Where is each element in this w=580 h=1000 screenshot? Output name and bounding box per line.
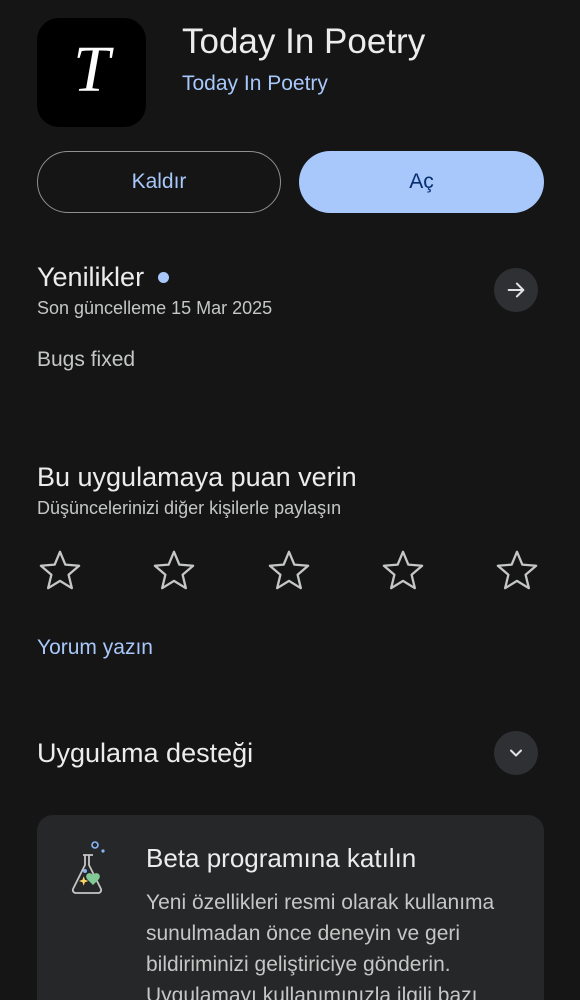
- beta-description: Yeni özellikleri resmi olarak kullanıma …: [146, 891, 495, 1000]
- open-button[interactable]: Aç: [299, 151, 544, 213]
- chevron-down-icon: [510, 749, 522, 757]
- app-support-expand-button[interactable]: [494, 731, 538, 775]
- star-icon[interactable]: [151, 548, 197, 592]
- beta-title: Beta programına katılın: [146, 843, 417, 873]
- beta-program-card[interactable]: Beta programına katılın Yeni özellikleri…: [37, 815, 544, 1000]
- write-review-link[interactable]: Yorum yazın: [37, 636, 153, 660]
- developer-link[interactable]: Today In Poetry: [182, 72, 328, 96]
- release-notes: Bugs fixed: [37, 348, 136, 371]
- star-icon[interactable]: [380, 548, 426, 592]
- star-icon[interactable]: [37, 548, 83, 592]
- whats-new-arrow-button[interactable]: [494, 268, 538, 312]
- star-icon[interactable]: [494, 548, 540, 592]
- app-icon: T: [37, 18, 146, 127]
- arrow-right-icon: [507, 282, 525, 298]
- app-title: Today In Poetry: [182, 22, 426, 61]
- whats-new-title: Yenilikler: [37, 262, 145, 292]
- new-indicator-dot: [158, 272, 170, 283]
- flask-icon: [71, 841, 105, 894]
- app-icon-letter: T: [73, 32, 110, 106]
- star-rating: [37, 548, 540, 592]
- uninstall-button[interactable]: Kaldır: [37, 151, 281, 213]
- app-support-title: Uygulama desteği: [37, 738, 254, 768]
- rate-title: Bu uygulamaya puan verin: [37, 462, 357, 492]
- last-updated: Son güncelleme 15 Mar 2025: [37, 298, 273, 318]
- star-icon[interactable]: [266, 548, 312, 592]
- whats-new-header: Yenilikler: [37, 262, 170, 293]
- rate-subtitle: Düşüncelerinizi diğer kişilerle paylaşın: [37, 498, 342, 518]
